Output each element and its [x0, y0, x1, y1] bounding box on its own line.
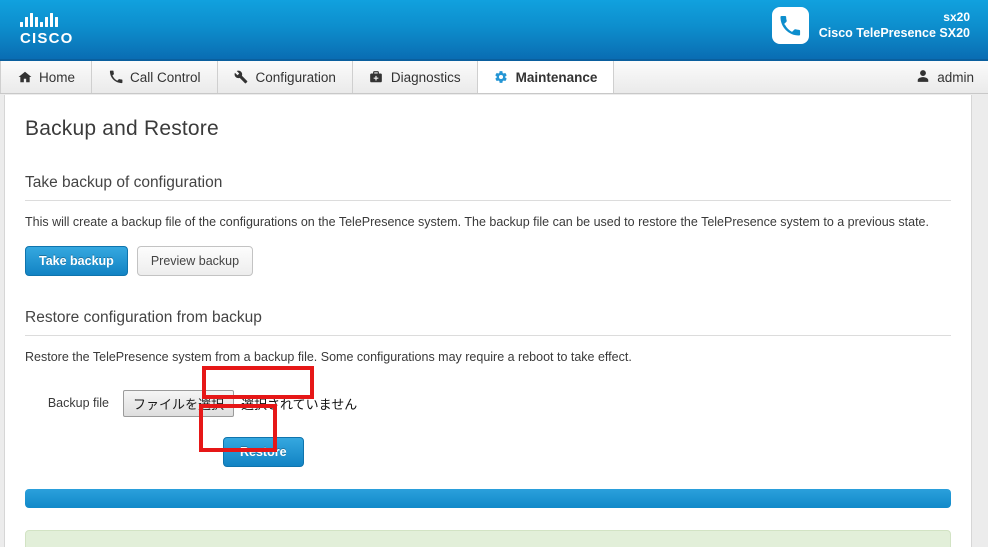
phone-icon — [771, 7, 809, 44]
tab-home-label: Home — [39, 69, 76, 85]
file-status-text: 選択されていません — [241, 396, 358, 412]
section-heading-restore: Restore configuration from backup — [25, 309, 951, 337]
app-header: CISCO sx20 Cisco TelePresence SX20 — [0, 0, 988, 61]
section-heading-take-backup: Take backup of configuration — [25, 174, 951, 201]
user-label: admin — [937, 70, 974, 85]
backup-file-label: Backup file — [47, 396, 109, 411]
tab-call-control[interactable]: Call Control — [92, 61, 218, 93]
take-backup-description: This will create a backup file of the co… — [25, 215, 929, 229]
choose-file-button[interactable]: ファイルを選択 — [123, 389, 235, 417]
tab-diagnostics-label: Diagnostics — [390, 69, 461, 85]
page-root: CISCO sx20 Cisco TelePresence SX20 Home — [0, 0, 988, 547]
cisco-bars-icon — [20, 12, 86, 27]
main-navigation: Home Call Control Configuration Diagnost… — [0, 61, 988, 94]
tab-diagnostics[interactable]: Diagnostics — [352, 61, 478, 93]
phone-handset-icon — [108, 70, 123, 85]
tab-call-control-label: Call Control — [130, 69, 201, 85]
tab-home[interactable]: Home — [0, 61, 93, 93]
wrench-icon — [234, 70, 249, 85]
tab-configuration[interactable]: Configuration — [217, 61, 353, 93]
gear-icon — [494, 70, 509, 85]
user-menu[interactable]: admin — [916, 61, 974, 94]
restore-progress-bar — [25, 488, 951, 508]
take-backup-button[interactable]: Take backup — [25, 246, 128, 277]
tab-configuration-label: Configuration — [255, 69, 336, 85]
success-alert: 360 of 360 applied successfully. — [25, 529, 951, 547]
progress-fill — [25, 488, 951, 508]
system-identity: sx20 Cisco TelePresence SX20 — [771, 7, 970, 44]
restore-button[interactable]: Restore — [223, 436, 304, 467]
tab-maintenance[interactable]: Maintenance — [477, 61, 615, 93]
cisco-wordmark: CISCO — [20, 30, 74, 47]
backup-button-row: Take backup Preview backup — [25, 246, 951, 277]
cisco-logo: CISCO — [20, 12, 86, 50]
file-input-control[interactable]: ファイルを選択 選択されていません — [123, 389, 358, 417]
briefcase-medical-icon — [369, 70, 384, 85]
page-title: Backup and Restore — [25, 117, 219, 140]
system-name: sx20 — [943, 9, 970, 24]
content-panel: Backup and Restore Take backup of config… — [4, 95, 972, 547]
system-model: Cisco TelePresence SX20 — [818, 26, 970, 41]
backup-file-row: Backup file ファイルを選択 選択されていません — [25, 389, 951, 417]
user-icon — [916, 69, 930, 86]
preview-backup-button[interactable]: Preview backup — [136, 246, 254, 277]
restore-description: Restore the TelePresence system from a b… — [25, 350, 632, 365]
tab-maintenance-label: Maintenance — [515, 69, 598, 85]
home-icon — [17, 70, 32, 85]
restore-button-row: Restore — [223, 436, 951, 467]
